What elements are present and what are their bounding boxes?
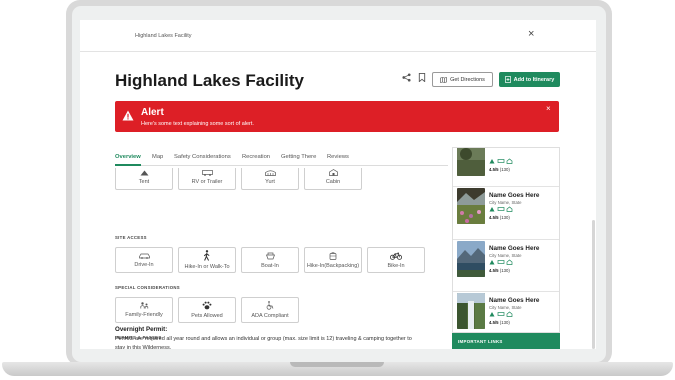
permit-text: Permits are required all year round and … xyxy=(115,336,412,349)
site-name: Name Goes Here xyxy=(489,297,540,304)
add-itinerary-icon xyxy=(504,76,511,83)
bookmark-icon[interactable] xyxy=(418,73,426,82)
site-image xyxy=(457,188,485,224)
important-links-header[interactable]: IMPORTANT LINKS xyxy=(452,333,560,349)
divider xyxy=(453,291,559,292)
tent-icon xyxy=(489,159,495,164)
tab-map[interactable]: Map xyxy=(152,154,163,160)
site-review-count: (130) xyxy=(499,320,510,325)
alert-banner: Alert Here's some text explaining some s… xyxy=(115,101,559,132)
page-title: Highland Lakes Facility xyxy=(115,71,304,90)
site-name: Name Goes Here xyxy=(489,245,540,252)
tab-safety-considerations[interactable]: Safety Considerations xyxy=(174,154,231,160)
get-directions-button[interactable]: Get Directions xyxy=(432,72,493,87)
site-card[interactable]: 4.5/5 (130) xyxy=(457,148,557,180)
tent-icon xyxy=(489,260,495,265)
warning-icon xyxy=(122,110,134,121)
close-icon[interactable]: × xyxy=(546,105,551,113)
site-review-count: (130) xyxy=(499,215,510,220)
close-icon[interactable]: × xyxy=(528,29,534,40)
site-amenities xyxy=(489,158,513,164)
scrollbar[interactable] xyxy=(592,220,595,349)
site-card[interactable]: Name Goes Here City Name, State 4.5/5 (1… xyxy=(457,293,557,332)
alert-message: Here's some text explaining some sort of… xyxy=(141,121,254,127)
tent-icon xyxy=(489,207,495,212)
tab-getting-there[interactable]: Getting There xyxy=(281,154,316,160)
add-to-itinerary-label: Add to Itinerary xyxy=(513,76,555,83)
site-name: Name Goes Here xyxy=(489,192,540,199)
get-directions-label: Get Directions xyxy=(450,76,485,83)
active-tab-indicator xyxy=(115,164,141,166)
alert-title: Alert xyxy=(141,107,164,118)
breadcrumb[interactable]: Highland Lakes Facility xyxy=(135,33,192,39)
cabin-icon xyxy=(506,158,513,164)
tent-icon xyxy=(489,312,495,317)
nearby-sites-sidebar: 4.5/5 (130) Name Goes Here City Name, St… xyxy=(452,147,560,333)
site-review-count: (130) xyxy=(499,167,510,172)
site-rating-value: 4.5/5 xyxy=(489,268,499,273)
share-icon[interactable] xyxy=(402,73,411,82)
site-location: City Name, State xyxy=(489,253,522,258)
laptop-notch xyxy=(290,362,384,367)
site-rating: 4.5/5 (130) xyxy=(489,268,510,273)
rv-icon xyxy=(497,159,505,163)
site-rating-value: 4.5/5 xyxy=(489,167,499,172)
site-image xyxy=(457,241,485,277)
map-icon xyxy=(440,76,447,83)
cabin-icon xyxy=(506,206,513,212)
site-rating-value: 4.5/5 xyxy=(489,215,499,220)
site-rating: 4.5/5 (130) xyxy=(489,167,510,172)
rv-icon xyxy=(497,312,505,316)
site-image xyxy=(457,293,485,329)
site-image xyxy=(457,148,485,176)
divider xyxy=(453,239,559,240)
tab-bar: Overview Map Safety Considerations Recre… xyxy=(115,150,448,166)
site-amenities xyxy=(489,206,513,212)
cabin-icon xyxy=(506,311,513,317)
top-bar: Highland Lakes Facility × xyxy=(80,20,596,52)
cabin-icon xyxy=(506,259,513,265)
site-location: City Name, State xyxy=(489,200,522,205)
site-card[interactable]: Name Goes Here City Name, State 4.5/5 (1… xyxy=(457,241,557,281)
tab-reviews[interactable]: Reviews xyxy=(327,154,349,160)
add-to-itinerary-button[interactable]: Add to Itinerary xyxy=(499,72,560,87)
rv-icon xyxy=(497,207,505,211)
site-review-count: (130) xyxy=(499,268,510,273)
screen: Highland Lakes Facility × Highland Lakes… xyxy=(80,20,596,349)
site-card[interactable]: Name Goes Here City Name, State 4.5/5 (1… xyxy=(457,188,557,228)
permit-title: Overnight Permit: xyxy=(115,326,168,333)
site-rating-value: 4.5/5 xyxy=(489,320,499,325)
site-rating: 4.5/5 (130) xyxy=(489,215,510,220)
site-amenities xyxy=(489,259,513,265)
tab-overview[interactable]: Overview xyxy=(115,154,141,160)
site-amenities xyxy=(489,311,513,317)
divider xyxy=(453,186,559,187)
rv-icon xyxy=(497,260,505,264)
site-location: City Name, State xyxy=(489,305,522,310)
permits-section: Overnight Permit: Permits are required a… xyxy=(115,168,448,349)
tab-recreation[interactable]: Recreation xyxy=(242,154,270,160)
site-rating: 4.5/5 (130) xyxy=(489,320,510,325)
